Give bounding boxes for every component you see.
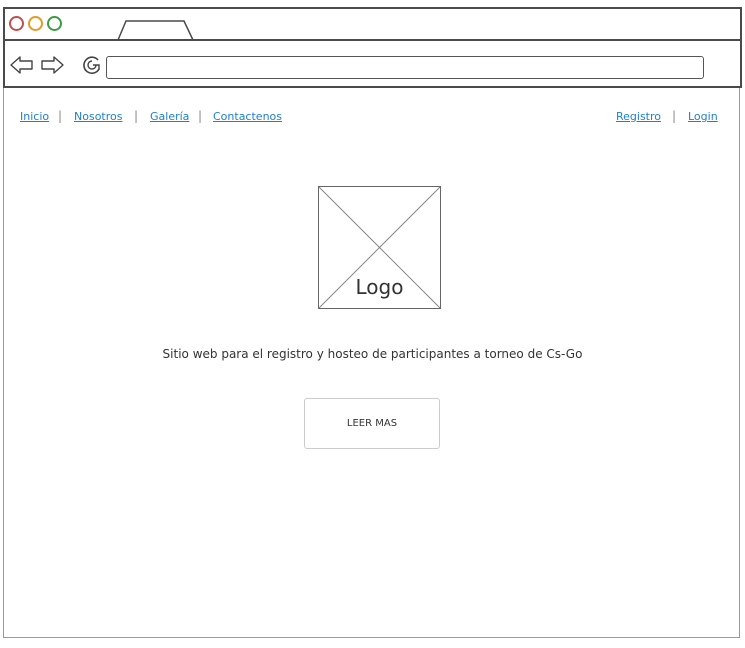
reload-icon[interactable] [81, 54, 103, 76]
browser-toolbar [3, 39, 742, 88]
nav-link-contactenos[interactable]: Contactenos [213, 110, 282, 123]
nav-link-registro[interactable]: Registro [616, 110, 661, 123]
nav-separator: | [58, 109, 63, 123]
nav-link-inicio[interactable]: Inicio [20, 110, 49, 123]
nav-link-galeria[interactable]: Galería [150, 110, 189, 123]
nav-link-login[interactable]: Login [688, 110, 718, 123]
maximize-circle-icon[interactable] [47, 16, 62, 31]
nav-separator: | [198, 109, 203, 123]
address-bar[interactable] [106, 56, 704, 79]
nav-separator: | [672, 109, 677, 123]
read-more-button[interactable]: LEER MAS [304, 398, 440, 449]
nav-link-nosotros[interactable]: Nosotros [74, 110, 122, 123]
logo-label: Logo [355, 275, 404, 299]
minimize-circle-icon[interactable] [28, 16, 43, 31]
browser-tab[interactable] [117, 18, 197, 41]
nav-separator: | [134, 109, 139, 123]
close-circle-icon[interactable] [9, 16, 24, 31]
back-arrow-icon[interactable] [9, 55, 35, 75]
logo-image-placeholder: Logo [318, 186, 441, 309]
browser-titlebar [3, 7, 742, 41]
site-description: Sitio web para el registro y hosteo de p… [162, 347, 583, 361]
forward-arrow-icon[interactable] [39, 55, 65, 75]
browser-window [3, 7, 740, 638]
